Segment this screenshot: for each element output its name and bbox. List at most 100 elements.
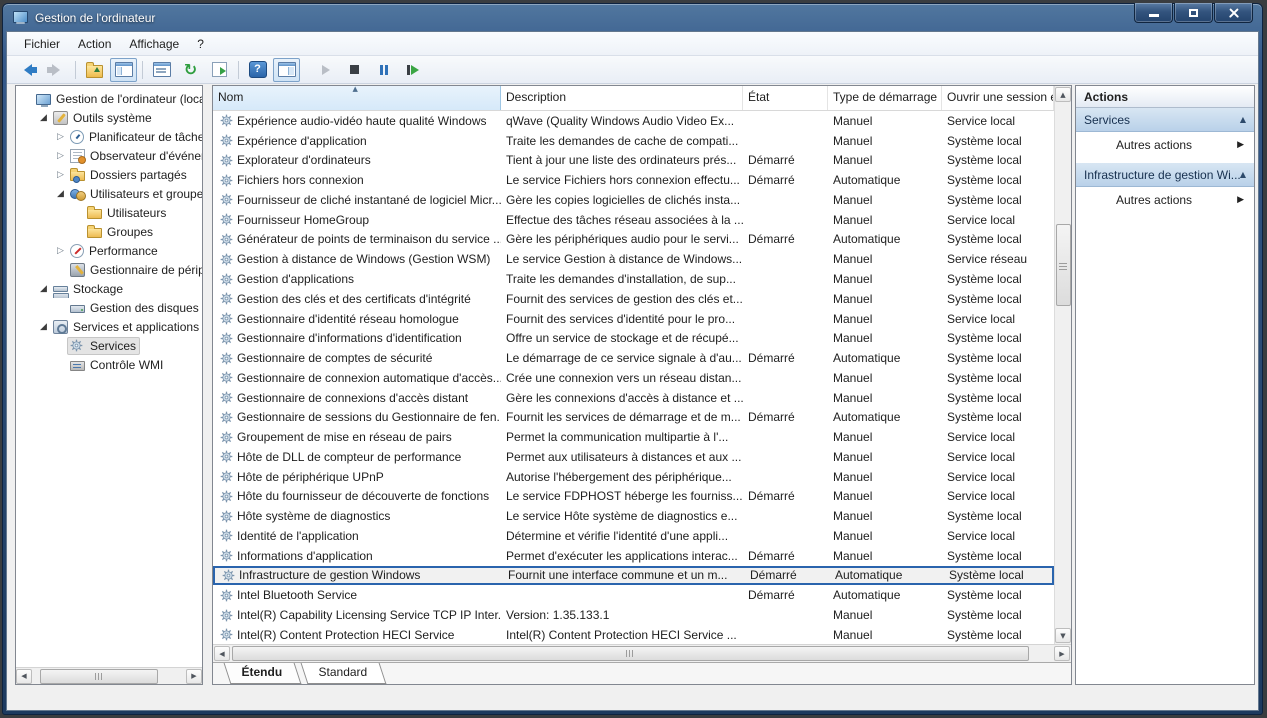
sidebar-item-dossiers-partag-s[interactable]: ▷Dossiers partagés [16,165,202,184]
export-list-button[interactable] [206,58,233,82]
service-row[interactable]: Gestion à distance de Windows (Gestion W… [213,249,1054,269]
service-row[interactable]: Gestion d'applicationsTraite les demande… [213,269,1054,289]
service-row[interactable]: Hôte du fournisseur de découverte de fon… [213,487,1054,507]
service-row[interactable]: Identité de l'applicationDétermine et vé… [213,526,1054,546]
tree-expander-icon[interactable]: ◢ [37,284,50,294]
actions-section-header-infrastructure[interactable]: Infrastructure de gestion Wi...▲ [1076,163,1254,187]
actions-item-autres-actions[interactable]: Autres actions▶ [1076,187,1254,213]
tree-horizontal-scrollbar[interactable]: ◀ ▶ [16,667,202,684]
service-row[interactable]: Informations d'applicationPermet d'exécu… [213,546,1054,566]
menu-item-affichage[interactable]: Affichage [120,34,188,54]
sidebar-item-outils-syst-me[interactable]: ◢Outils système [16,108,202,127]
scroll-right-icon[interactable]: ▶ [1054,646,1070,661]
scroll-down-icon[interactable]: ▼ [1055,628,1071,643]
sidebar-item-gestion-de-l-ordinateur-local-[interactable]: Gestion de l'ordinateur (local) [16,89,202,108]
service-row[interactable]: Groupement de mise en réseau de pairsPer… [213,427,1054,447]
service-logon-as: Service local [942,312,1054,326]
menu-item-fichier[interactable]: Fichier [15,34,69,54]
service-logon-as: Système local [944,568,1052,582]
service-row[interactable]: Hôte de périphérique UPnPAutorise l'hébe… [213,467,1054,487]
tab-standard[interactable]: Standard [300,663,386,684]
service-row[interactable]: Gestionnaire de connexions d'accès dista… [213,388,1054,408]
sidebar-item-observateur-d-v-neme[interactable]: ▷Observateur d'événeme [16,146,202,165]
sidebar-item-planificateur-de-t-ches[interactable]: ▷Planificateur de tâches [16,127,202,146]
forward-button[interactable] [43,58,70,82]
list-vertical-scrollbar[interactable]: ▲ ▼ [1054,86,1071,644]
service-row[interactable]: Gestionnaire de sessions du Gestionnaire… [213,407,1054,427]
sidebar-item-services-et-applications[interactable]: ◢Services et applications [16,317,202,336]
service-row[interactable]: Expérience d'applicationTraite les deman… [213,131,1054,151]
sidebar-item-stockage[interactable]: ◢Stockage [16,279,202,298]
tree-hscroll-thumb[interactable] [40,669,158,684]
service-row[interactable]: Fichiers hors connexionLe service Fichie… [213,170,1054,190]
back-button[interactable] [14,58,41,82]
actions-section-header-services[interactable]: Services▲ [1076,108,1254,132]
tab-tendu[interactable]: Étendu [224,663,301,684]
maximize-button[interactable] [1174,3,1213,23]
column-header-type[interactable]: Type de démarrage [828,86,942,110]
scroll-right-icon[interactable]: ▶ [186,669,202,684]
show-console-tree-button[interactable] [110,58,137,82]
list-hscroll-thumb[interactable] [232,646,1029,661]
refresh-button[interactable]: ↻ [177,58,204,82]
service-row[interactable]: Gestion des clés et des certificats d'in… [213,289,1054,309]
menu-item-?[interactable]: ? [188,34,213,54]
column-header-desc[interactable]: Description [501,86,743,110]
tree-expander-icon[interactable]: ▷ [54,170,67,180]
service-gear-icon [220,609,233,622]
list-vscroll-thumb[interactable] [1056,224,1071,306]
start-service-button[interactable] [312,58,339,82]
scroll-up-icon[interactable]: ▲ [1055,87,1071,102]
service-row[interactable]: Fournisseur HomeGroupEffectue des tâches… [213,210,1054,230]
service-row[interactable]: Hôte de DLL de compteur de performancePe… [213,447,1054,467]
service-row[interactable]: Infrastructure de gestion WindowsFournit… [213,566,1054,586]
service-row[interactable]: Intel(R) Content Protection HECI Service… [213,625,1054,644]
service-gear-icon [220,510,233,523]
tree-expander-icon[interactable]: ◢ [54,189,67,199]
sidebar-item-gestionnaire-de-p-riph-[interactable]: Gestionnaire de périphé [16,260,202,279]
help-button[interactable]: ? [244,58,271,82]
stop-service-button[interactable] [341,58,368,82]
column-header-logon[interactable]: Ouvrir une session e [942,86,1054,110]
tree-expander-icon[interactable]: ▷ [54,151,67,161]
properties-button[interactable] [148,58,175,82]
service-row[interactable]: Hôte système de diagnosticsLe service Hô… [213,506,1054,526]
menu-item-action[interactable]: Action [69,34,120,54]
sidebar-item-performance[interactable]: ▷Performance [16,241,202,260]
titlebar[interactable]: Gestion de l'ordinateur [6,4,1259,31]
service-row[interactable]: Générateur de points de terminaison du s… [213,230,1054,250]
close-button[interactable] [1214,3,1253,23]
collapse-chevron-icon[interactable]: ▲ [1240,115,1246,124]
sidebar-item-utilisateurs[interactable]: Utilisateurs [16,203,202,222]
sidebar-item-utilisateurs-et-groupes-l[interactable]: ◢Utilisateurs et groupes l [16,184,202,203]
scroll-left-icon[interactable]: ◀ [16,669,32,684]
tree-expander-icon[interactable]: ▷ [54,132,67,142]
service-row[interactable]: Explorateur d'ordinateursTient à jour un… [213,151,1054,171]
actions-item-autres-actions[interactable]: Autres actions▶ [1076,132,1254,158]
service-row[interactable]: Expérience audio-vidéo haute qualité Win… [213,111,1054,131]
list-horizontal-scrollbar[interactable]: ◀ ▶ [213,644,1071,662]
show-action-pane-button[interactable] [273,58,300,82]
tree-expander-icon[interactable]: ◢ [37,113,50,123]
sidebar-item-gestion-des-disques[interactable]: Gestion des disques [16,298,202,317]
column-header-etat[interactable]: État [743,86,828,110]
service-row[interactable]: Gestionnaire d'identité réseau homologue… [213,309,1054,329]
restart-service-button[interactable] [399,58,426,82]
service-row[interactable]: Gestionnaire de comptes de sécuritéLe dé… [213,348,1054,368]
service-row[interactable]: Gestionnaire de connexion automatique d'… [213,368,1054,388]
sidebar-item-services[interactable]: Services [16,336,202,355]
collapse-chevron-icon[interactable]: ▲ [1240,170,1246,179]
sidebar-item-contr-le-wmi[interactable]: Contrôle WMI [16,355,202,374]
sidebar-item-groupes[interactable]: Groupes [16,222,202,241]
tree-expander-icon[interactable]: ▷ [54,246,67,256]
pause-service-button[interactable] [370,58,397,82]
service-row[interactable]: Intel Bluetooth ServiceDémarréAutomatiqu… [213,585,1054,605]
minimize-button[interactable] [1134,3,1173,23]
tree-expander-icon[interactable]: ◢ [37,322,50,332]
service-row[interactable]: Gestionnaire d'informations d'identifica… [213,328,1054,348]
service-row[interactable]: Fournisseur de cliché instantané de logi… [213,190,1054,210]
column-header-name[interactable]: ▲Nom [213,86,501,110]
service-row[interactable]: Intel(R) Capability Licensing Service TC… [213,605,1054,625]
scroll-left-icon[interactable]: ◀ [214,646,230,661]
up-one-level-button[interactable] [81,58,108,82]
